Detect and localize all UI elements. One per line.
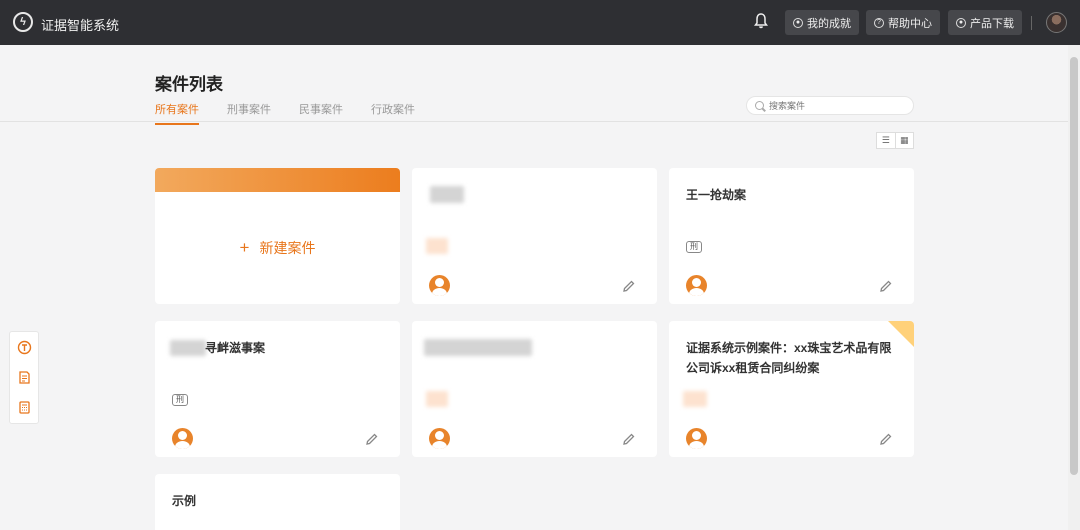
tabs-divider bbox=[0, 121, 1068, 122]
list-view-icon[interactable]: ☰ bbox=[877, 133, 895, 148]
grid-view-icon[interactable]: ▦ bbox=[894, 133, 914, 148]
case-card[interactable]: 寻衅滋事案 刑 bbox=[155, 321, 400, 457]
new-case-card[interactable]: + 新建案件 bbox=[155, 168, 400, 304]
search-input[interactable] bbox=[769, 100, 899, 111]
user-avatar[interactable] bbox=[1046, 12, 1067, 33]
achievements-button[interactable]: ● 我的成就 bbox=[785, 10, 859, 35]
case-type-tag: 刑 bbox=[172, 394, 188, 406]
case-title: 寻衅滋事案 bbox=[205, 341, 266, 355]
product-download-button[interactable]: ● 产品下载 bbox=[948, 10, 1022, 35]
search-icon bbox=[755, 101, 764, 110]
case-card[interactable] bbox=[412, 168, 657, 304]
header-divider bbox=[1031, 16, 1032, 30]
owner-avatar bbox=[686, 428, 707, 449]
case-title: 王一抢劫案 bbox=[686, 188, 747, 202]
search-box[interactable] bbox=[746, 96, 914, 115]
edit-icon[interactable] bbox=[622, 432, 636, 446]
case-card[interactable] bbox=[412, 321, 657, 457]
redacted-title bbox=[430, 186, 464, 203]
case-card[interactable]: 王一抢劫案 刑 bbox=[669, 168, 914, 304]
new-case-label: 新建案件 bbox=[259, 240, 316, 256]
owner-avatar bbox=[686, 275, 707, 296]
help-center-label: 帮助中心 bbox=[888, 17, 932, 30]
case-title: 证据系统示例案件：xx珠宝艺术品有限公司诉xx租赁合同纠纷案 bbox=[686, 341, 892, 375]
redacted-tag bbox=[426, 238, 448, 254]
plus-icon: + bbox=[239, 238, 250, 257]
achievements-label: 我的成就 bbox=[807, 17, 851, 30]
vertical-scrollbar[interactable] bbox=[1068, 45, 1080, 530]
edit-icon[interactable] bbox=[622, 279, 636, 293]
redacted-tag bbox=[683, 391, 707, 407]
owner-avatar bbox=[172, 428, 193, 449]
edit-icon[interactable] bbox=[879, 279, 893, 293]
lightning-circle-icon[interactable]: ϟ bbox=[13, 12, 33, 32]
download-icon: ● bbox=[956, 17, 966, 28]
redacted-title bbox=[424, 339, 532, 356]
timer-icon[interactable] bbox=[17, 340, 32, 355]
owner-avatar bbox=[429, 428, 450, 449]
redacted-tag bbox=[426, 391, 448, 407]
case-card[interactable]: 示例 bbox=[155, 474, 400, 530]
floating-toolbar bbox=[9, 331, 39, 424]
product-download-label: 产品下载 bbox=[970, 17, 1014, 30]
view-toggle: ☰ ▦ bbox=[876, 132, 914, 149]
case-title: 示例 bbox=[172, 494, 197, 508]
page-title: 案件列表 bbox=[155, 75, 223, 94]
top-bar: ϟ 证据智能系统 ● 我的成就 ? 帮助中心 ● 产品下载 bbox=[0, 0, 1080, 45]
new-case-button[interactable]: + 新建案件 bbox=[155, 238, 400, 258]
scrollbar-thumb[interactable] bbox=[1070, 57, 1078, 475]
edit-icon[interactable] bbox=[879, 432, 893, 446]
sample-case-card[interactable]: 证据系统示例案件：xx珠宝艺术品有限公司诉xx租赁合同纠纷案 bbox=[669, 321, 914, 457]
new-case-banner bbox=[155, 168, 400, 192]
owner-avatar bbox=[429, 275, 450, 296]
document-icon[interactable] bbox=[17, 370, 32, 385]
calculator-icon[interactable] bbox=[17, 400, 32, 415]
bell-icon[interactable] bbox=[754, 13, 768, 29]
help-icon: ? bbox=[874, 17, 884, 28]
app-title[interactable]: 证据智能系统 bbox=[41, 15, 119, 34]
case-type-tag: 刑 bbox=[686, 241, 702, 253]
help-center-button[interactable]: ? 帮助中心 bbox=[866, 10, 940, 35]
redacted-title bbox=[170, 340, 206, 356]
edit-icon[interactable] bbox=[365, 432, 379, 446]
target-icon: ● bbox=[793, 17, 803, 28]
